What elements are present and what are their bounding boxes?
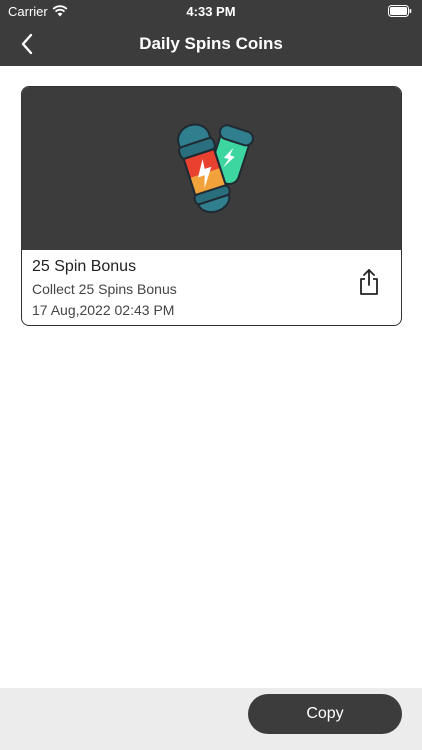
bonus-card[interactable]: 25 Spin Bonus Collect 25 Spins Bonus 17 … bbox=[21, 86, 402, 326]
card-image bbox=[22, 87, 401, 250]
navigation-bar: Daily Spins Coins bbox=[0, 22, 422, 66]
status-time: 4:33 PM bbox=[186, 4, 236, 19]
bottom-bar: Copy bbox=[0, 688, 422, 750]
card-date: 17 Aug,2022 02:43 PM bbox=[32, 302, 175, 318]
battery-icon bbox=[388, 5, 412, 17]
card-body: 25 Spin Bonus Collect 25 Spins Bonus 17 … bbox=[22, 250, 401, 325]
card-title: 25 Spin Bonus bbox=[32, 258, 137, 275]
share-icon bbox=[360, 269, 378, 295]
spin-capsule-icon bbox=[177, 123, 254, 214]
card-subtitle: Collect 25 Spins Bonus bbox=[32, 281, 177, 297]
page-title: Daily Spins Coins bbox=[139, 34, 283, 53]
top-bar: Carrier 4:33 PM Daily Spins Coins bbox=[0, 0, 422, 66]
copy-button[interactable]: Copy bbox=[248, 694, 402, 734]
share-button[interactable] bbox=[357, 268, 381, 296]
status-bar: Carrier 4:33 PM bbox=[0, 0, 422, 22]
screen: Carrier 4:33 PM Daily Spins Coins 25 Spi… bbox=[0, 0, 422, 750]
